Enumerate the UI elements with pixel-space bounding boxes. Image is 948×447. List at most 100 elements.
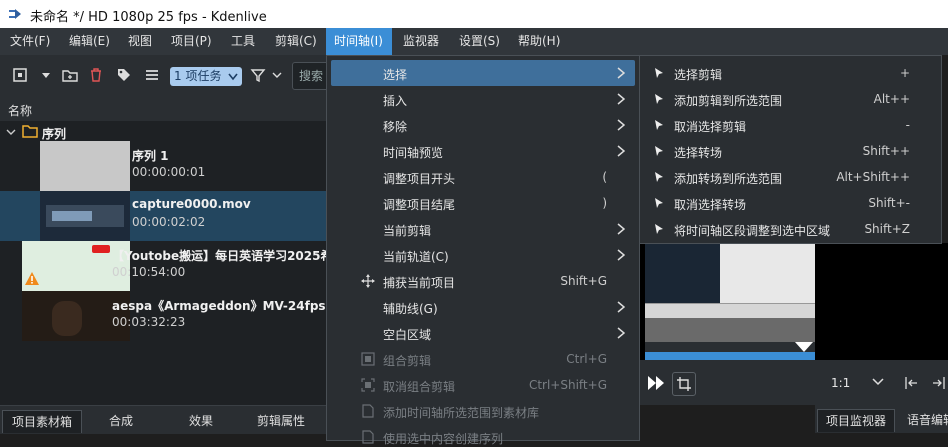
submenu-item-shortcut: Shift++ [862,144,910,158]
pointer-icon [655,224,663,234]
submenu-item-shortcut: Shift+- [868,196,910,210]
move-icon [361,274,375,288]
pointer-icon [655,146,663,156]
menu-item-insert[interactable]: 插入 [331,86,635,112]
pointer-icon [655,68,663,78]
clip-name: 序列 1 [132,149,169,163]
menu-monitor[interactable]: 监视器 [395,28,447,55]
clip-row[interactable]: aespa《Armageddon》MV-24fps.m 00:03:32:23 [0,291,343,341]
pointer-icon [655,198,663,208]
hamburger-menu-icon[interactable] [144,67,160,83]
tab-compositions[interactable]: 合成 [90,410,152,432]
submenu-item-deselect-transition[interactable]: 取消选择转场 Shift+- [644,190,938,216]
submenu-item-label: 取消选择剪辑 [674,120,747,134]
menu-item-ungroup-clips[interactable]: 取消组合剪辑 Ctrl+Shift+G [331,372,635,398]
monitor-preview [645,243,815,319]
tab-effects[interactable]: 效果 [170,410,232,432]
zone-out-icon[interactable] [932,376,946,390]
menu-item-label: 添加时间轴所选范围到素材库 [383,406,540,420]
menu-item-label: 当前轨道(C) [383,250,449,264]
menu-item-current-clip[interactable]: 当前剪辑 [331,216,635,242]
submenu-item-add-clip-to-selection[interactable]: 添加剪辑到所选范围 Alt++ [644,86,938,112]
menu-tools[interactable]: 工具 [223,28,263,55]
menu-view[interactable]: 视图 [120,28,160,55]
clip-row[interactable]: 序列 1 00:00:00:01 [0,141,330,191]
add-folder-icon[interactable] [62,67,78,83]
menu-item-timeline-preview[interactable]: 时间轴预览 [331,138,635,164]
submenu-item-select-transition[interactable]: 选择转场 Shift++ [644,138,938,164]
fast-forward-icon[interactable] [648,376,664,390]
project-bin: 序列 序列 1 00:00:00:01 capture0000.mov 00:0… [0,121,343,405]
zoom-level[interactable]: 1:1 [831,376,850,390]
menu-item-shortcut: ( [602,170,607,184]
submenu-item-deselect-clip[interactable]: 取消选择剪辑 - [644,112,938,138]
name-column-header[interactable]: 名称 [8,102,32,119]
chevron-right-icon [617,67,625,79]
menu-item-label: 调整项目结尾 [383,198,456,212]
menu-clip[interactable]: 剪辑(C) [267,28,325,55]
dropdown-arrow-icon[interactable] [38,67,54,83]
tag-icon[interactable] [116,67,132,83]
menu-item-shortcut: Ctrl+Shift+G [528,378,607,392]
menu-item-group-clips[interactable]: 组合剪辑 Ctrl+G [331,346,635,372]
menu-item-shortcut: ) [602,196,607,210]
submenu-item-shortcut: + [899,66,910,80]
menu-item-label: 使用选中内容创建序列 [383,432,504,446]
library-add-icon [362,404,374,418]
menu-item-remove[interactable]: 移除 [331,112,635,138]
select-submenu: 选择剪辑 + 添加剪辑到所选范围 Alt++ 取消选择剪辑 - 选择转场 Shi… [639,55,942,244]
folder-row[interactable]: 序列 [0,123,330,141]
submenu-item-label: 添加转场到所选范围 [674,172,783,186]
menu-item-space[interactable]: 空白区域 [331,320,635,346]
menu-item-create-sequence[interactable]: 使用选中内容创建序列 [331,424,635,446]
playhead-marker-icon[interactable] [795,342,813,352]
tab-project-monitor[interactable]: 项目监视器 [817,409,895,432]
menu-item-current-track[interactable]: 当前轨道(C) [331,242,635,268]
crop-icon [677,377,691,391]
submenu-item-add-transition-to-selection[interactable]: 添加转场到所选范围 Alt+Shift++ [644,164,938,190]
chevron-right-icon [617,145,625,157]
delete-icon[interactable] [88,67,104,83]
left-dock-tabs: 项目素材箱 合成 效果 剪辑属性 [0,405,330,434]
warning-icon [25,272,39,285]
menu-item-label: 插入 [383,94,408,108]
folder-name: 序列 [42,127,67,141]
tab-speech-editor[interactable]: 语音编辑 [901,409,948,431]
chevron-right-icon [617,327,625,339]
menu-help[interactable]: 帮助(H) [510,28,568,55]
clip-row[interactable]: 【Youtobe搬运】每日英语学习2025希 00:10:54:00 [0,241,332,291]
tab-clip-properties[interactable]: 剪辑属性 [245,410,317,432]
menu-file[interactable]: 文件(F) [2,28,60,55]
clip-row-selected[interactable]: capture0000.mov 00:00:02:02 [0,191,330,241]
menu-item-select[interactable]: 选择 [331,60,635,86]
chevron-right-icon [617,301,625,313]
filter-icon[interactable] [250,67,266,83]
menu-item-add-range-to-library[interactable]: 添加时间轴所选范围到素材库 [331,398,635,424]
clip-name: aespa《Armageddon》MV-24fps.m [112,299,343,313]
monitor-timeline-ruler[interactable] [645,342,815,360]
menu-item-adjust-start[interactable]: 调整项目开头 ( [331,164,635,190]
filter-dropdown-icon[interactable] [272,67,282,83]
menu-item-grab-current[interactable]: 捕获当前项目 Shift+G [331,268,635,294]
monitor-preview-lower [645,318,815,342]
menu-edit[interactable]: 编辑(E) [61,28,121,55]
chevron-down-icon[interactable] [6,127,16,137]
menu-project[interactable]: 项目(P) [163,28,223,55]
crop-button[interactable] [672,372,696,396]
chevron-down-icon[interactable] [872,378,884,386]
title-bar: 未命名 */ HD 1080p 25 fps - Kdenlive [0,0,948,28]
add-clip-icon[interactable] [12,67,28,83]
menu-settings[interactable]: 设置(S) [451,28,509,55]
folder-icon [22,125,38,138]
submenu-item-select-clip[interactable]: 选择剪辑 + [644,60,938,86]
menu-item-shortcut: Shift+G [560,274,607,288]
submenu-item-label: 添加剪辑到所选范围 [674,94,783,108]
menu-timeline[interactable]: 时间轴(I) [326,28,392,55]
menu-item-guides[interactable]: 辅助线(G) [331,294,635,320]
task-count-badge[interactable]: 1 项任务 [170,67,242,86]
bin-column-header: 名称 [0,97,330,121]
menu-item-adjust-end[interactable]: 调整项目结尾 ) [331,190,635,216]
submenu-item-fit-zone-to-selection[interactable]: 将时间轴区段调整到选中区域 Shift+Z [644,216,938,242]
tab-project-bin[interactable]: 项目素材箱 [2,410,82,433]
zone-in-icon[interactable] [904,376,918,390]
